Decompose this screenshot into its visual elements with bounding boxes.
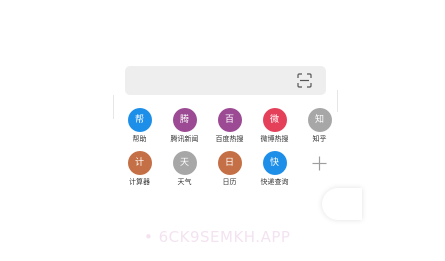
shortcut-weather[interactable]: 天 天气 — [162, 151, 207, 187]
shortcut-row-2: 计 计算器 天 天气 日 日历 快 快递查询 — [117, 151, 342, 187]
shortcut-label: 天气 — [177, 178, 192, 186]
shortcut-label: 帮助 — [132, 135, 147, 143]
shortcut-row-1: 帮 帮助 腾 腾讯新闻 百 百度热搜 微 微博热搜 知 知乎 — [117, 108, 342, 144]
search-bar[interactable] — [125, 66, 326, 95]
shortcut-label: 快递查询 — [260, 178, 289, 186]
edge-handle[interactable] — [322, 188, 362, 220]
shortcut-label: 百度热搜 — [215, 135, 244, 143]
shortcut-calendar[interactable]: 日 日历 — [207, 151, 252, 187]
shortcut-label: 腾讯新闻 — [170, 135, 199, 143]
shortcut-label: 微博热搜 — [260, 135, 289, 143]
shortcut-tencent-news[interactable]: 腾 腾讯新闻 — [162, 108, 207, 144]
divider-left — [113, 95, 114, 119]
add-shortcut-button[interactable] — [297, 151, 342, 187]
express-query-icon: 快 — [262, 151, 287, 175]
shortcut-help[interactable]: 帮 帮助 — [117, 108, 162, 144]
help-icon: 帮 — [127, 108, 152, 132]
shortcut-label: 知乎 — [312, 135, 327, 143]
calendar-icon: 日 — [217, 151, 242, 175]
baidu-hot-icon: 百 — [217, 108, 242, 132]
zhihu-icon: 知 — [307, 108, 332, 132]
shortcut-zhihu[interactable]: 知 知乎 — [297, 108, 342, 144]
shortcut-label: 计算器 — [129, 178, 150, 186]
shortcut-express-query[interactable]: 快 快递查询 — [252, 151, 297, 187]
scan-icon[interactable] — [297, 73, 312, 88]
shortcut-baidu-hot[interactable]: 百 百度热搜 — [207, 108, 252, 144]
watermark: • 6CK9SEMKH.APP — [144, 228, 291, 246]
plus-icon — [308, 151, 332, 175]
shortcut-grid: 帮 帮助 腾 腾讯新闻 百 百度热搜 微 微博热搜 知 知乎 计 计算器 天 天… — [117, 108, 342, 194]
shortcut-label: 日历 — [222, 178, 237, 186]
calculator-icon: 计 — [127, 151, 152, 175]
weather-icon: 天 — [172, 151, 197, 175]
weibo-hot-icon: 微 — [262, 108, 287, 132]
shortcut-calculator[interactable]: 计 计算器 — [117, 151, 162, 187]
tencent-news-icon: 腾 — [172, 108, 197, 132]
shortcut-weibo-hot[interactable]: 微 微博热搜 — [252, 108, 297, 144]
